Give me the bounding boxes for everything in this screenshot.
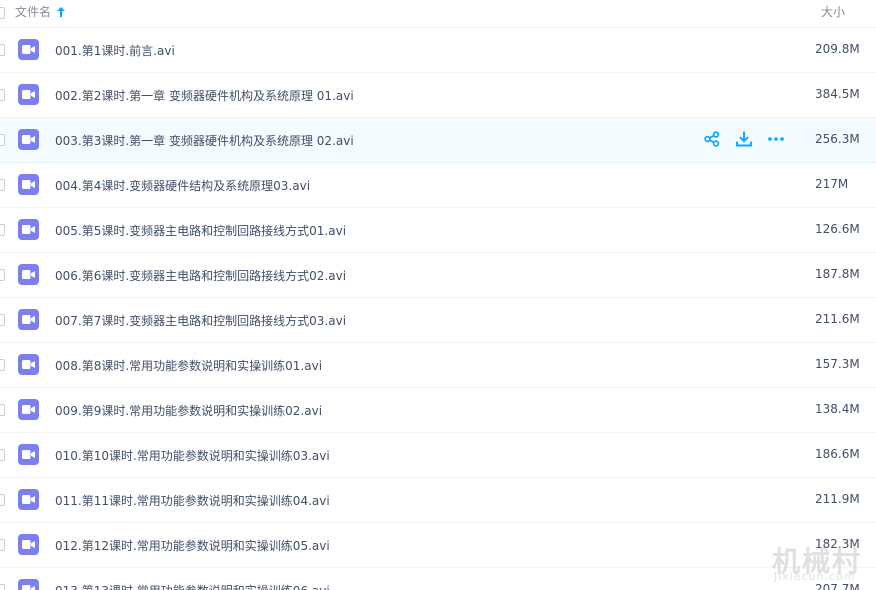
file-row[interactable]: 003.第3课时.第一章 变频器硬件机构及系统原理 02.avi 256.3M [0, 118, 876, 163]
list-header: 文件名 大小 [0, 0, 876, 28]
name-column-header[interactable]: 文件名 [15, 3, 66, 20]
file-row[interactable]: 006.第6课时.变频器主电路和控制回路接线方式02.avi 187.8M [0, 253, 876, 298]
video-file-icon [18, 309, 39, 330]
video-file-icon [18, 534, 39, 555]
file-size: 186.6M [815, 447, 860, 461]
row-actions [703, 130, 793, 150]
file-row[interactable]: 010.第10课时.常用功能参数说明和实操训练03.avi 186.6M [0, 433, 876, 478]
site-watermark: 机械村 Jixiecun.com [772, 540, 872, 585]
file-name[interactable]: 006.第6课时.变频器主电路和控制回路接线方式02.avi [55, 267, 346, 284]
video-file-icon [18, 84, 39, 105]
file-row[interactable]: 013.第13课时.常用功能参数说明和实操训练06.avi207.7M [0, 568, 876, 590]
file-row[interactable]: 011.第11课时.常用功能参数说明和实操训练04.avi 211.9M [0, 478, 876, 523]
video-file-icon [18, 399, 39, 420]
download-icon[interactable] [735, 130, 753, 148]
video-file-icon [18, 129, 39, 150]
row-checkbox[interactable] [0, 179, 5, 191]
file-row[interactable]: 008.第8课时.常用功能参数说明和实操训练01.avi 157.3M [0, 343, 876, 388]
row-checkbox[interactable] [0, 359, 5, 371]
file-row[interactable]: 002.第2课时.第一章 变频器硬件机构及系统原理 01.avi 384.5M [0, 73, 876, 118]
file-size: 211.9M [815, 492, 860, 506]
name-column-label: 文件名 [15, 5, 52, 19]
file-name[interactable]: 008.第8课时.常用功能参数说明和实操训练01.avi [55, 357, 322, 374]
file-name[interactable]: 012.第12课时.常用功能参数说明和实操训练05.avi [55, 537, 330, 554]
file-size: 384.5M [815, 87, 860, 101]
file-list-page: 文件名 大小 001.第1课时.前言.avi 209.8M 002.第2课时.第一章… [0, 0, 876, 590]
file-row[interactable]: 009.第9课时.常用功能参数说明和实操训练02.avi 138.4M [0, 388, 876, 433]
share-icon[interactable] [703, 130, 721, 148]
file-name[interactable]: 002.第2课时.第一章 变频器硬件机构及系统原理 01.avi [55, 87, 354, 104]
file-size: 187.8M [815, 267, 860, 281]
video-file-icon [18, 354, 39, 375]
size-column-header[interactable]: 大小 [821, 3, 845, 20]
file-name[interactable]: 010.第10课时.常用功能参数说明和实操训练03.avi [55, 447, 330, 464]
row-checkbox[interactable] [0, 539, 5, 551]
file-size: 217M [815, 177, 849, 191]
file-row[interactable]: 001.第1课时.前言.avi 209.8M [0, 28, 876, 73]
file-list: 001.第1课时.前言.avi 209.8M 002.第2课时.第一章 变频器硬件机… [0, 28, 876, 590]
select-all-checkbox[interactable] [0, 7, 5, 19]
row-checkbox[interactable] [0, 449, 5, 461]
watermark-url: Jixiecun.com [774, 570, 856, 583]
video-file-icon [18, 39, 39, 60]
file-row[interactable]: 004.第4课时.变频器硬件结构及系统原理03.avi 217M [0, 163, 876, 208]
file-name[interactable]: 003.第3课时.第一章 变频器硬件机构及系统原理 02.avi [55, 132, 354, 149]
file-name[interactable]: 007.第7课时.变频器主电路和控制回路接线方式03.avi [55, 312, 346, 329]
file-size: 126.6M [815, 222, 860, 236]
row-checkbox[interactable] [0, 134, 5, 146]
video-file-icon [18, 174, 39, 195]
video-file-icon [18, 489, 39, 510]
file-row[interactable]: 007.第7课时.变频器主电路和控制回路接线方式03.avi 211.6M [0, 298, 876, 343]
file-row[interactable]: 005.第5课时.变频器主电路和控制回路接线方式01.avi 126.6M [0, 208, 876, 253]
file-name[interactable]: 011.第11课时.常用功能参数说明和实操训练04.avi [55, 492, 330, 509]
file-size: 211.6M [815, 312, 860, 326]
row-checkbox[interactable] [0, 584, 5, 590]
row-checkbox[interactable] [0, 44, 5, 56]
file-size: 138.4M [815, 402, 860, 416]
file-size: 209.8M [815, 42, 860, 56]
file-name[interactable]: 001.第1课时.前言.avi [55, 42, 175, 59]
file-name[interactable]: 009.第9课时.常用功能参数说明和实操训练02.avi [55, 402, 322, 419]
video-file-icon [18, 579, 39, 590]
file-name[interactable]: 004.第4课时.变频器硬件结构及系统原理03.avi [55, 177, 310, 194]
video-file-icon [18, 264, 39, 285]
row-checkbox[interactable] [0, 404, 5, 416]
video-file-icon [18, 444, 39, 465]
video-file-icon [18, 219, 39, 240]
row-checkbox[interactable] [0, 224, 5, 236]
row-checkbox[interactable] [0, 314, 5, 326]
more-icon[interactable] [767, 130, 785, 148]
file-name[interactable]: 005.第5课时.变频器主电路和控制回路接线方式01.avi [55, 222, 346, 239]
row-checkbox[interactable] [0, 89, 5, 101]
arrow-up-icon[interactable] [57, 6, 66, 17]
file-size: 157.3M [815, 357, 860, 371]
file-size: 256.3M [815, 132, 860, 146]
file-row[interactable]: 012.第12课时.常用功能参数说明和实操训练05.avi 182.3M [0, 523, 876, 568]
row-checkbox[interactable] [0, 269, 5, 281]
row-checkbox[interactable] [0, 494, 5, 506]
file-name[interactable]: 013.第13课时.常用功能参数说明和实操训练06.avi [55, 582, 330, 590]
